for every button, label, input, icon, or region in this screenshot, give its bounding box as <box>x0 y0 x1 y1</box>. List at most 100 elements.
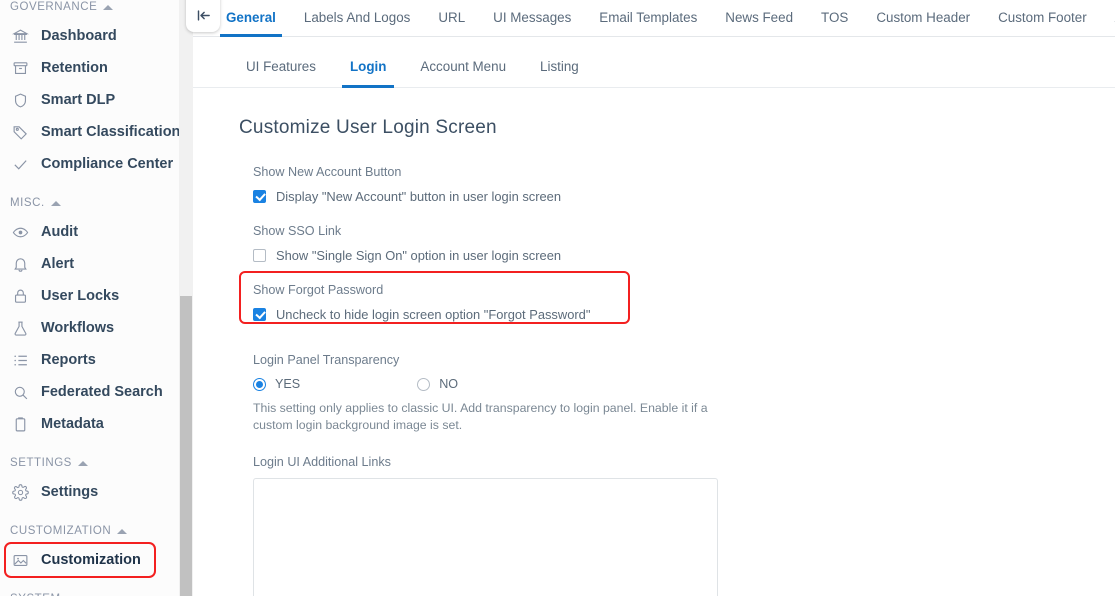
subtab-listing[interactable]: Listing <box>523 47 596 87</box>
tab-label: UI Messages <box>493 10 572 25</box>
tab-tos[interactable]: TOS <box>807 0 862 36</box>
sidebar-section-label: CUSTOMIZATION <box>10 525 112 537</box>
primary-tabbar: General Labels And Logos URL UI Messages… <box>193 0 1115 37</box>
checkbox-show-new-account[interactable] <box>253 190 266 203</box>
sidebar-section-header-settings[interactable]: SETTINGS <box>0 448 193 476</box>
tab-advanced[interactable]: Advanced <box>1101 0 1115 36</box>
bell-icon <box>11 255 29 273</box>
bank-icon <box>11 27 29 45</box>
sidebar-section-header-governance[interactable]: GOVERNANCE <box>0 0 193 20</box>
helper-text: This setting only applies to classic UI.… <box>253 401 708 432</box>
checkbox-row[interactable]: Show "Single Sign On" option in user log… <box>253 248 1115 263</box>
radio-no[interactable] <box>417 377 431 391</box>
tag-icon <box>11 123 29 141</box>
subtab-ui-features[interactable]: UI Features <box>229 47 333 87</box>
sidebar-section-header-customization[interactable]: CUSTOMIZATION <box>0 516 193 544</box>
sidebar-nav: GOVERNANCE Dashboard Retention Smart DLP… <box>0 0 193 596</box>
magnifier-icon <box>11 383 29 401</box>
sidebar-item-settings[interactable]: Settings <box>0 476 193 508</box>
checkbox-label: Uncheck to hide login screen option "For… <box>276 307 591 322</box>
tab-label: General <box>226 10 276 25</box>
field-label: Show New Account Button <box>253 165 402 179</box>
field-label: Login Panel Transparency <box>253 353 400 367</box>
sidebar-item-label: Retention <box>41 60 108 76</box>
lock-icon <box>11 287 29 305</box>
sidebar-scrollbar-thumb[interactable] <box>180 296 192 596</box>
secondary-tabbar: UI Features Login Account Menu Listing <box>193 46 1115 88</box>
sidebar-item-metadata[interactable]: Metadata <box>0 408 193 440</box>
login-additional-links-textarea[interactable] <box>253 478 718 596</box>
subtab-account-menu[interactable]: Account Menu <box>403 47 523 87</box>
sidebar-item-customization[interactable]: Customization <box>0 542 193 578</box>
radio-group-transparency: YES NO <box>253 377 1115 391</box>
page-title: Customize User Login Screen <box>239 117 497 138</box>
shield-icon <box>11 91 29 109</box>
flask-icon <box>11 319 29 337</box>
sidebar-item-label: Compliance Center <box>41 156 174 172</box>
chevron-up-icon <box>77 460 88 466</box>
sidebar-item-user-locks[interactable]: User Locks <box>0 280 193 312</box>
archive-box-icon <box>11 59 29 77</box>
tab-news-feed[interactable]: News Feed <box>711 0 807 36</box>
sidebar-scrollbar-track[interactable] <box>179 0 193 596</box>
subtab-label: UI Features <box>246 59 316 74</box>
checkbox-show-sso-link[interactable] <box>253 249 266 262</box>
subtab-label: Account Menu <box>420 59 507 74</box>
sidebar: GOVERNANCE Dashboard Retention Smart DLP… <box>0 0 193 596</box>
tab-label: TOS <box>821 10 849 25</box>
collapse-sidebar-button[interactable] <box>186 0 220 32</box>
sidebar-item-smart-classification[interactable]: Smart Classification <box>0 116 193 148</box>
chevron-up-icon <box>50 200 61 206</box>
radio-yes[interactable] <box>253 377 266 391</box>
checkbox-row[interactable]: Uncheck to hide login screen option "For… <box>253 307 1115 322</box>
checkbox-show-forgot-password[interactable] <box>253 308 266 321</box>
sidebar-item-label: Workflows <box>41 320 115 336</box>
sidebar-item-federated-search[interactable]: Federated Search <box>0 376 193 408</box>
checkbox-row[interactable]: Display "New Account" button in user log… <box>253 189 1115 204</box>
tab-custom-header[interactable]: Custom Header <box>862 0 984 36</box>
sidebar-item-smart-dlp[interactable]: Smart DLP <box>0 84 193 116</box>
settings-form: Customize User Login Screen Show New Acc… <box>193 88 1115 596</box>
tab-label: Custom Header <box>876 10 971 25</box>
subtab-label: Login <box>349 59 387 74</box>
eye-icon <box>11 223 29 241</box>
sidebar-section-header-system[interactable]: SYSTEM <box>0 584 193 596</box>
image-icon <box>11 551 29 569</box>
field-show-sso-link: Show SSO Link Show "Single Sign On" opti… <box>239 224 1115 263</box>
checkbox-label: Display "New Account" button in user log… <box>276 189 562 204</box>
sidebar-item-compliance-center[interactable]: Compliance Center <box>0 148 193 180</box>
sidebar-item-workflows[interactable]: Workflows <box>0 312 193 344</box>
tab-email-templates[interactable]: Email Templates <box>585 0 711 36</box>
subtab-label: Listing <box>540 59 579 74</box>
sidebar-item-label: Federated Search <box>41 384 163 400</box>
tab-labels-and-logos[interactable]: Labels And Logos <box>290 0 424 36</box>
sidebar-section-label: MISC. <box>10 197 45 209</box>
subtab-login[interactable]: Login <box>333 47 403 88</box>
radio-option-yes[interactable]: YES <box>253 377 300 391</box>
tab-label: Custom Footer <box>998 10 1087 25</box>
tab-url[interactable]: URL <box>424 0 479 36</box>
sidebar-item-audit[interactable]: Audit <box>0 216 193 248</box>
radio-label: YES <box>275 377 301 391</box>
sidebar-item-label: Metadata <box>41 416 104 432</box>
field-show-new-account-button: Show New Account Button Display "New Acc… <box>239 165 1115 204</box>
field-label: Login UI Additional Links <box>253 455 391 469</box>
tab-label: Email Templates <box>599 10 698 25</box>
chevron-up-icon <box>117 528 128 534</box>
tab-label: News Feed <box>725 10 794 25</box>
sidebar-item-reports[interactable]: Reports <box>0 344 193 376</box>
sidebar-section-header-misc[interactable]: MISC. <box>0 188 193 216</box>
sidebar-item-alert[interactable]: Alert <box>0 248 193 280</box>
radio-option-no[interactable]: NO <box>417 377 458 391</box>
field-login-panel-transparency: Login Panel Transparency YES NO This set… <box>239 353 1115 434</box>
sidebar-item-dashboard[interactable]: Dashboard <box>0 20 193 52</box>
sidebar-item-label: User Locks <box>41 288 120 304</box>
tab-custom-footer[interactable]: Custom Footer <box>984 0 1101 36</box>
sidebar-item-label: Alert <box>41 256 75 272</box>
tab-general[interactable]: General <box>212 0 290 37</box>
sidebar-item-retention[interactable]: Retention <box>0 52 193 84</box>
tab-ui-messages[interactable]: UI Messages <box>479 0 585 36</box>
